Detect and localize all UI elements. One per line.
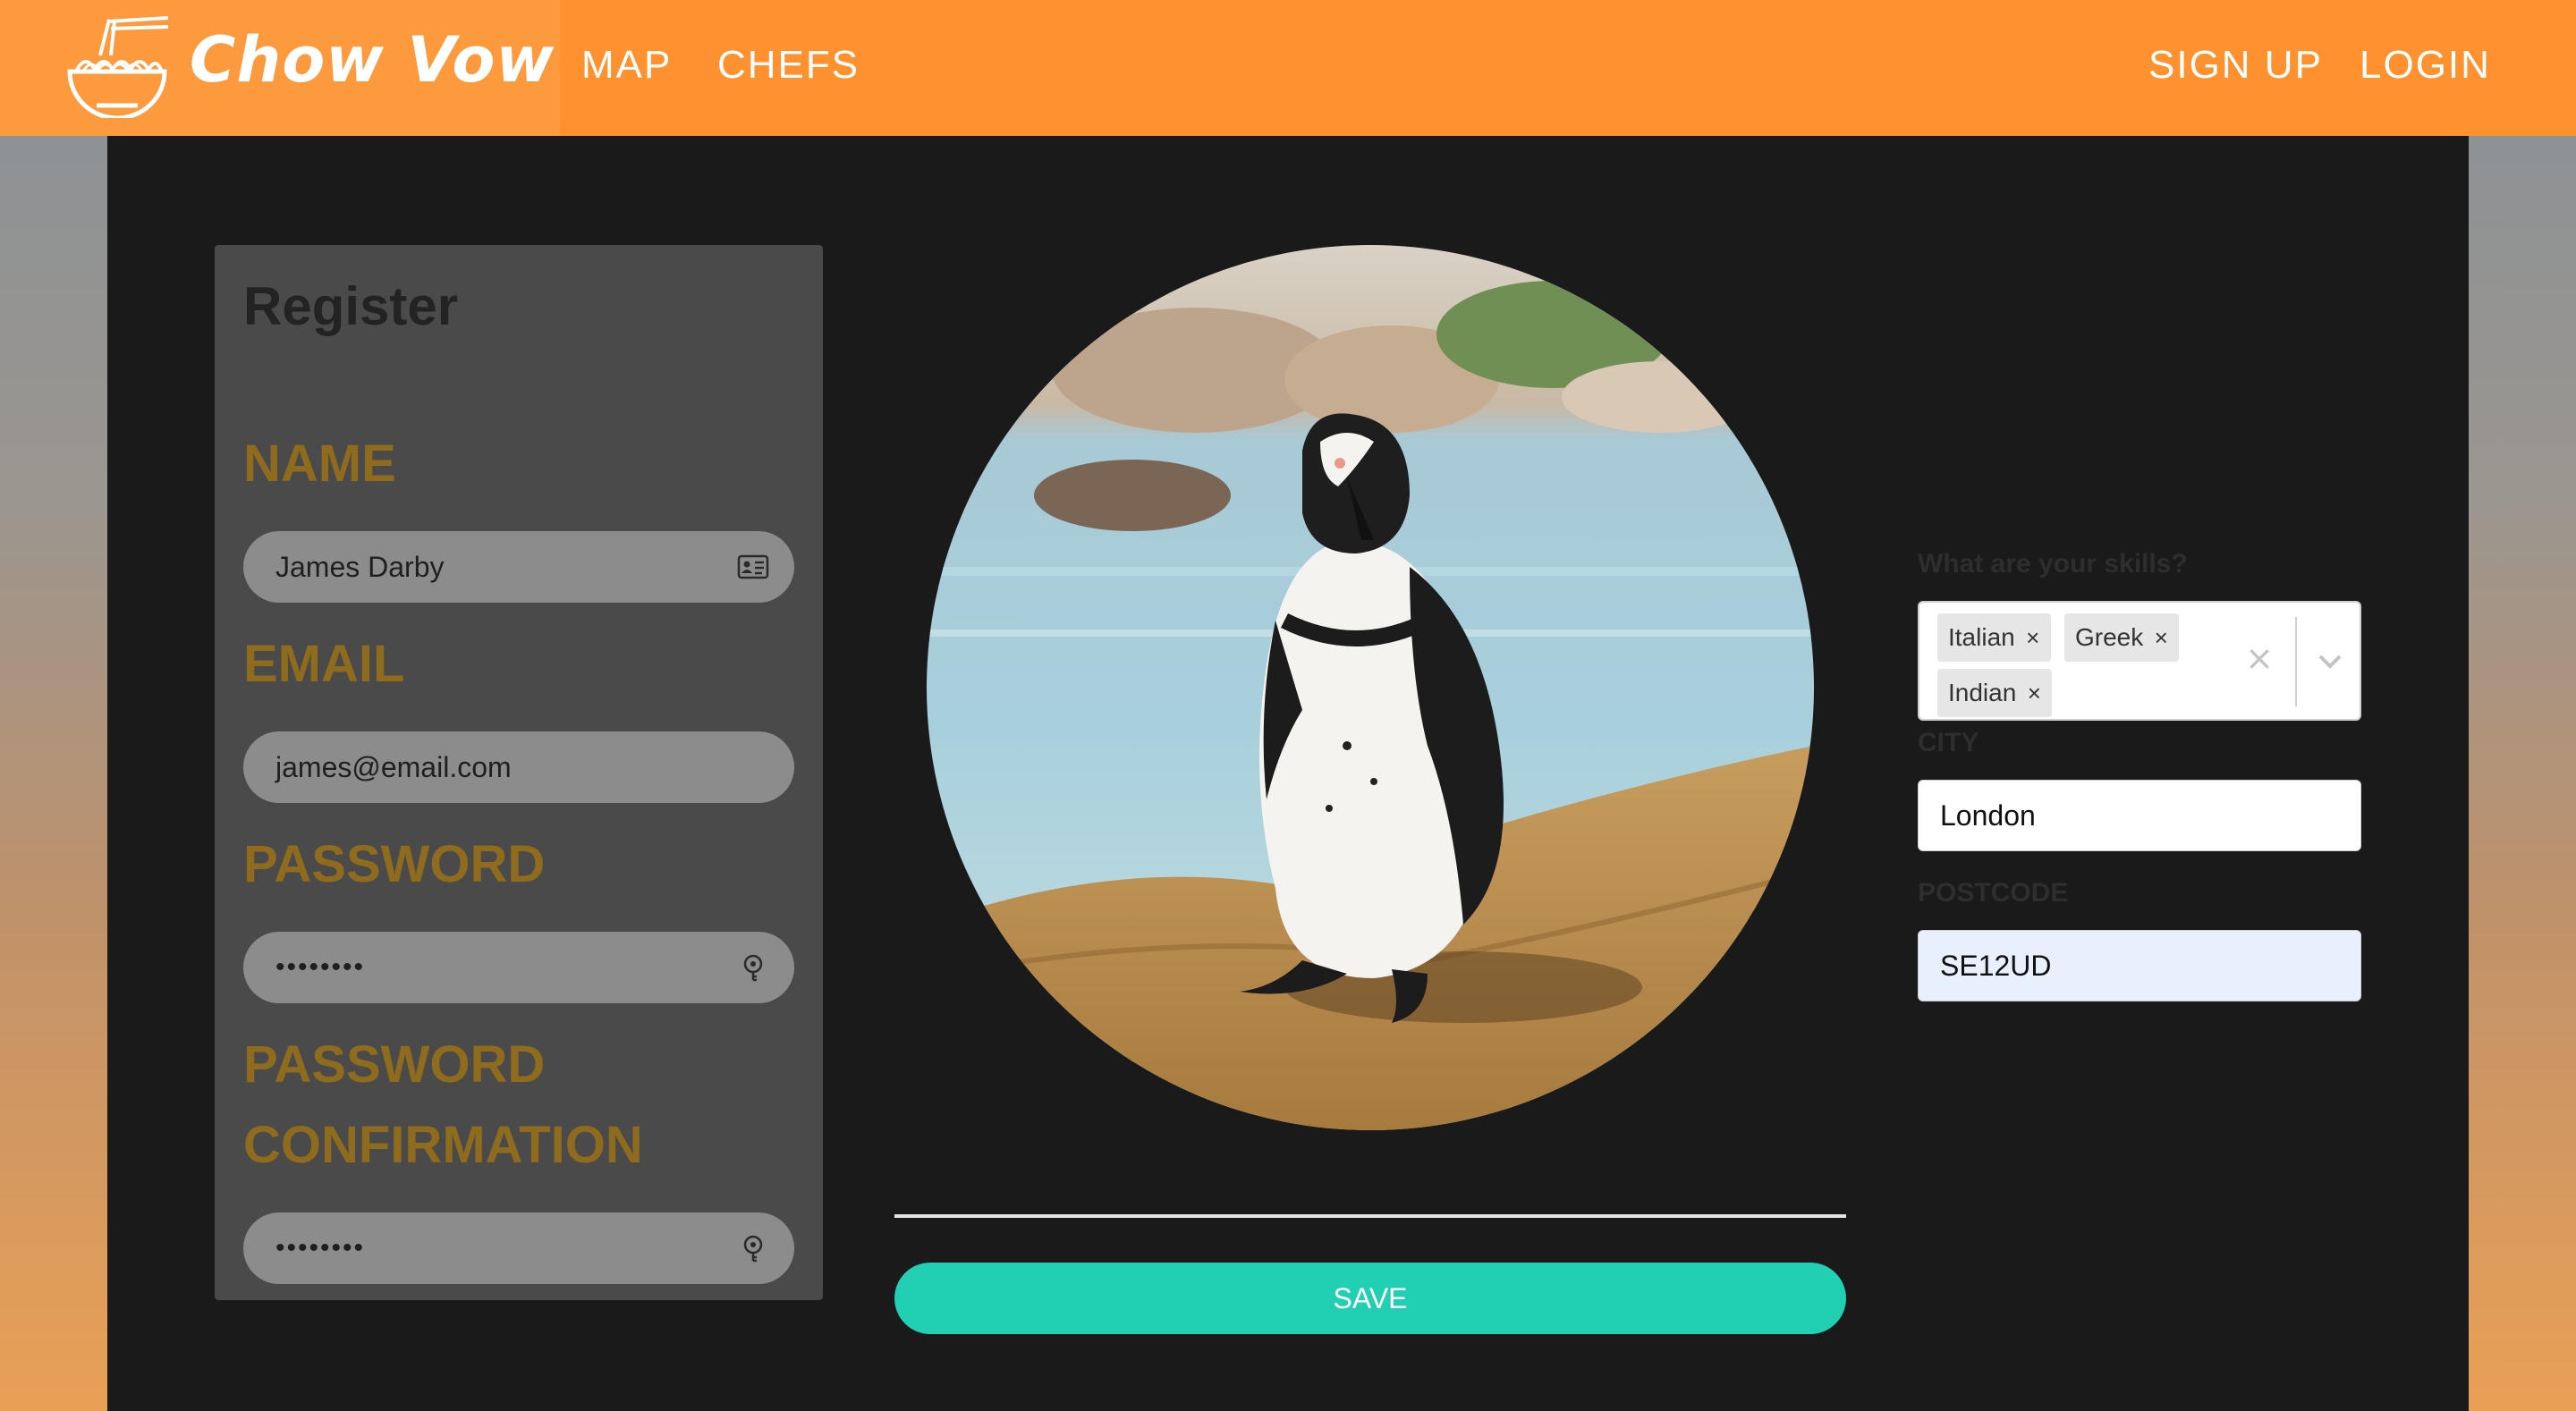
- name-label: NAME: [243, 435, 396, 493]
- remove-tag-icon[interactable]: ×: [2015, 613, 2051, 662]
- key-icon: [743, 1235, 763, 1263]
- skill-tag-indian: Indian ×: [1937, 669, 2053, 717]
- nav-link-login[interactable]: LOGIN: [2360, 43, 2491, 88]
- top-navbar: Chow Vow MAP CHEFS SIGN UP LOGIN: [0, 0, 2576, 136]
- brand-name: Chow Vow: [190, 23, 555, 97]
- password-confirmation-label-line2: CONFIRMATION: [243, 1116, 643, 1174]
- password-confirmation-label-line1: PASSWORD: [243, 1035, 546, 1094]
- save-button[interactable]: SAVE: [894, 1263, 1846, 1334]
- noodle-bowl-icon: [67, 16, 169, 118]
- city-input[interactable]: London: [1918, 780, 2361, 851]
- remove-tag-icon[interactable]: ×: [2143, 613, 2179, 662]
- skills-multiselect[interactable]: Italian × Greek × Indian × ×: [1918, 601, 2361, 721]
- password-field[interactable]: ••••••••: [243, 932, 794, 1003]
- postcode-value: SE12UD: [1940, 949, 2052, 982]
- separator: [2295, 617, 2297, 706]
- city-label: CITY: [1918, 728, 1979, 757]
- password-confirmation-label: PASSWORD CONFIRMATION: [243, 1025, 643, 1186]
- city-value: London: [1940, 798, 2036, 832]
- brand[interactable]: Chow Vow: [0, 0, 560, 136]
- name-field[interactable]: James Darby: [243, 531, 794, 603]
- postcode-input[interactable]: SE12UD: [1918, 930, 2361, 1001]
- clear-all-icon[interactable]: ×: [2241, 638, 2277, 683]
- email-field[interactable]: james@email.com: [243, 731, 794, 803]
- password-confirmation-field[interactable]: ••••••••: [243, 1212, 794, 1284]
- skill-tag-greek: Greek ×: [2064, 613, 2180, 662]
- skill-tag-label: Greek: [2075, 623, 2144, 651]
- register-panel: Register NAME James Darby EMAIL james@em…: [215, 245, 823, 1300]
- chevron-down-icon[interactable]: [2315, 646, 2345, 676]
- key-icon: [743, 954, 763, 982]
- nav-link-map[interactable]: MAP: [581, 43, 672, 88]
- postcode-label: POSTCODE: [1918, 878, 2069, 908]
- skill-tag-italian: Italian ×: [1937, 613, 2051, 662]
- register-title: Register: [243, 276, 459, 336]
- skill-tag-label: Indian: [1948, 679, 2017, 706]
- skills-label: What are your skills?: [1918, 549, 2188, 579]
- divider: [894, 1214, 1846, 1218]
- password-label: PASSWORD: [243, 835, 546, 893]
- email-value: james@email.com: [275, 750, 512, 783]
- password-confirmation-value: ••••••••: [275, 1233, 366, 1263]
- email-label: EMAIL: [243, 635, 405, 693]
- skill-tag-label: Italian: [1948, 623, 2015, 651]
- name-value: James Darby: [275, 550, 445, 583]
- password-value: ••••••••: [275, 952, 366, 982]
- contact-card-icon: [737, 554, 769, 579]
- profile-image[interactable]: [927, 245, 1814, 1130]
- penguin-photo-icon: [927, 245, 1814, 1130]
- remove-tag-icon[interactable]: ×: [2016, 669, 2052, 717]
- nav-link-sign-up[interactable]: SIGN UP: [2148, 43, 2323, 88]
- nav-link-chefs[interactable]: CHEFS: [717, 43, 860, 88]
